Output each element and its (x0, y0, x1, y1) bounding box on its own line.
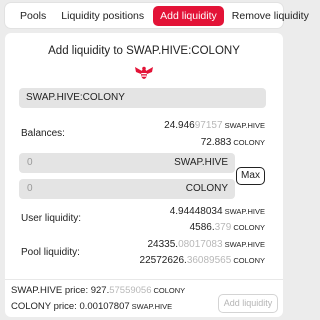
add-liquidity-panel: Add liquidity to SWAP.HIVE:COLONY SWAP.H… (5, 33, 283, 317)
base-amount-value: 0 (27, 157, 33, 168)
pool-liquidity-base: 24335.08017083 SWAP.HIVE (147, 239, 265, 250)
tab-liquidity-positions[interactable]: Liquidity positions (54, 6, 151, 26)
quote-amount-input[interactable]: 0 COLONY (19, 179, 235, 199)
user-liquidity-base: 4.94448034 SWAP.HIVE (169, 206, 265, 217)
pool-liquidity-label: Pool liquidity: (21, 247, 80, 258)
add-liquidity-button[interactable]: Add liquidity (218, 294, 278, 313)
balance-quote: 72.883 COLONY (200, 137, 265, 148)
base-symbol: SWAP.HIVE (174, 157, 228, 168)
quote-symbol: COLONY (185, 183, 228, 194)
user-liquidity-quote: 4586.379 COLONY (189, 222, 265, 233)
tab-bar: Pools Liquidity positions Add liquidity … (5, 3, 309, 28)
base-amount-input[interactable]: 0 SWAP.HIVE (19, 153, 235, 173)
balances-label: Balances: (21, 128, 65, 139)
user-liquidity-label: User liquidity: (21, 213, 82, 224)
max-button[interactable]: Max (236, 167, 265, 185)
pool-liquidity-quote: 22572626.36089565 COLONY (139, 255, 265, 266)
page-title: Add liquidity to SWAP.HIVE:COLONY (48, 45, 240, 57)
tab-remove-liquidity[interactable]: Remove liquidity (225, 6, 316, 26)
hive-bee-icon (135, 66, 153, 79)
base-price: SWAP.HIVE price: 927.57559056 COLONY (11, 285, 186, 296)
pair-field[interactable]: SWAP.HIVE:COLONY (19, 88, 266, 108)
tab-pools[interactable]: Pools (14, 6, 52, 26)
tab-add-liquidity[interactable]: Add liquidity (153, 5, 224, 26)
balance-base: 24.94697157 SWAP.HIVE (164, 120, 265, 131)
quote-price: COLONY price: 0.00107807 SWAP.HIVE (11, 301, 173, 312)
quote-amount-value: 0 (27, 183, 33, 194)
divider (5, 279, 283, 280)
